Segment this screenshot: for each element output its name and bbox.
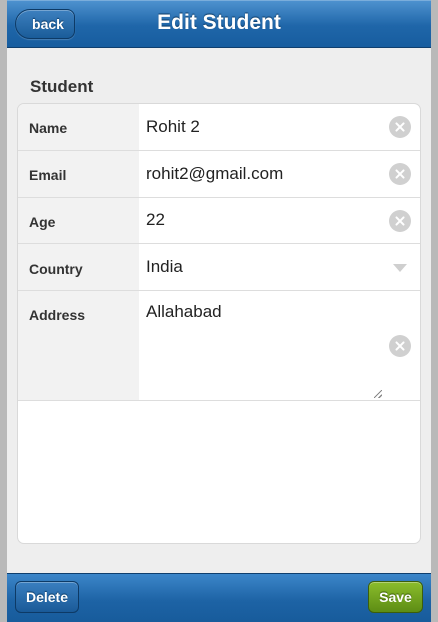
email-row: Email rohit2@gmail.com <box>18 151 420 198</box>
resize-handle[interactable] <box>374 390 382 398</box>
country-label: Country <box>29 261 83 277</box>
app-window: back Edit Student Student Name Rohit 2 E… <box>7 0 431 622</box>
email-field[interactable]: rohit2@gmail.com <box>146 164 283 184</box>
title-bar: back Edit Student <box>7 0 431 48</box>
delete-button[interactable]: Delete <box>15 581 79 613</box>
age-label: Age <box>29 214 56 230</box>
age-field[interactable]: 22 <box>146 210 165 230</box>
name-row: Name Rohit 2 <box>18 104 420 151</box>
clear-icon[interactable] <box>389 163 411 185</box>
name-field[interactable]: Rohit 2 <box>146 117 200 137</box>
footer-bar: Delete Save <box>7 573 431 622</box>
save-button[interactable]: Save <box>368 581 423 613</box>
address-textarea[interactable]: Allahabad <box>146 302 222 322</box>
email-label: Email <box>29 167 67 183</box>
country-row[interactable]: Country India <box>18 244 420 291</box>
country-select[interactable]: India <box>146 257 183 277</box>
section-heading: Student <box>30 77 94 96</box>
address-row: Address Allahabad <box>18 291 420 401</box>
clear-icon[interactable] <box>389 335 411 357</box>
clear-icon[interactable] <box>389 116 411 138</box>
name-label: Name <box>29 120 68 136</box>
age-row: Age 22 <box>18 198 420 244</box>
address-label: Address <box>29 307 86 323</box>
chevron-down-icon[interactable] <box>393 264 407 272</box>
clear-icon[interactable] <box>389 210 411 232</box>
page-title: Edit Student <box>157 11 281 34</box>
student-form: Name Rohit 2 Email rohit2@gmail.com Age … <box>17 103 421 544</box>
